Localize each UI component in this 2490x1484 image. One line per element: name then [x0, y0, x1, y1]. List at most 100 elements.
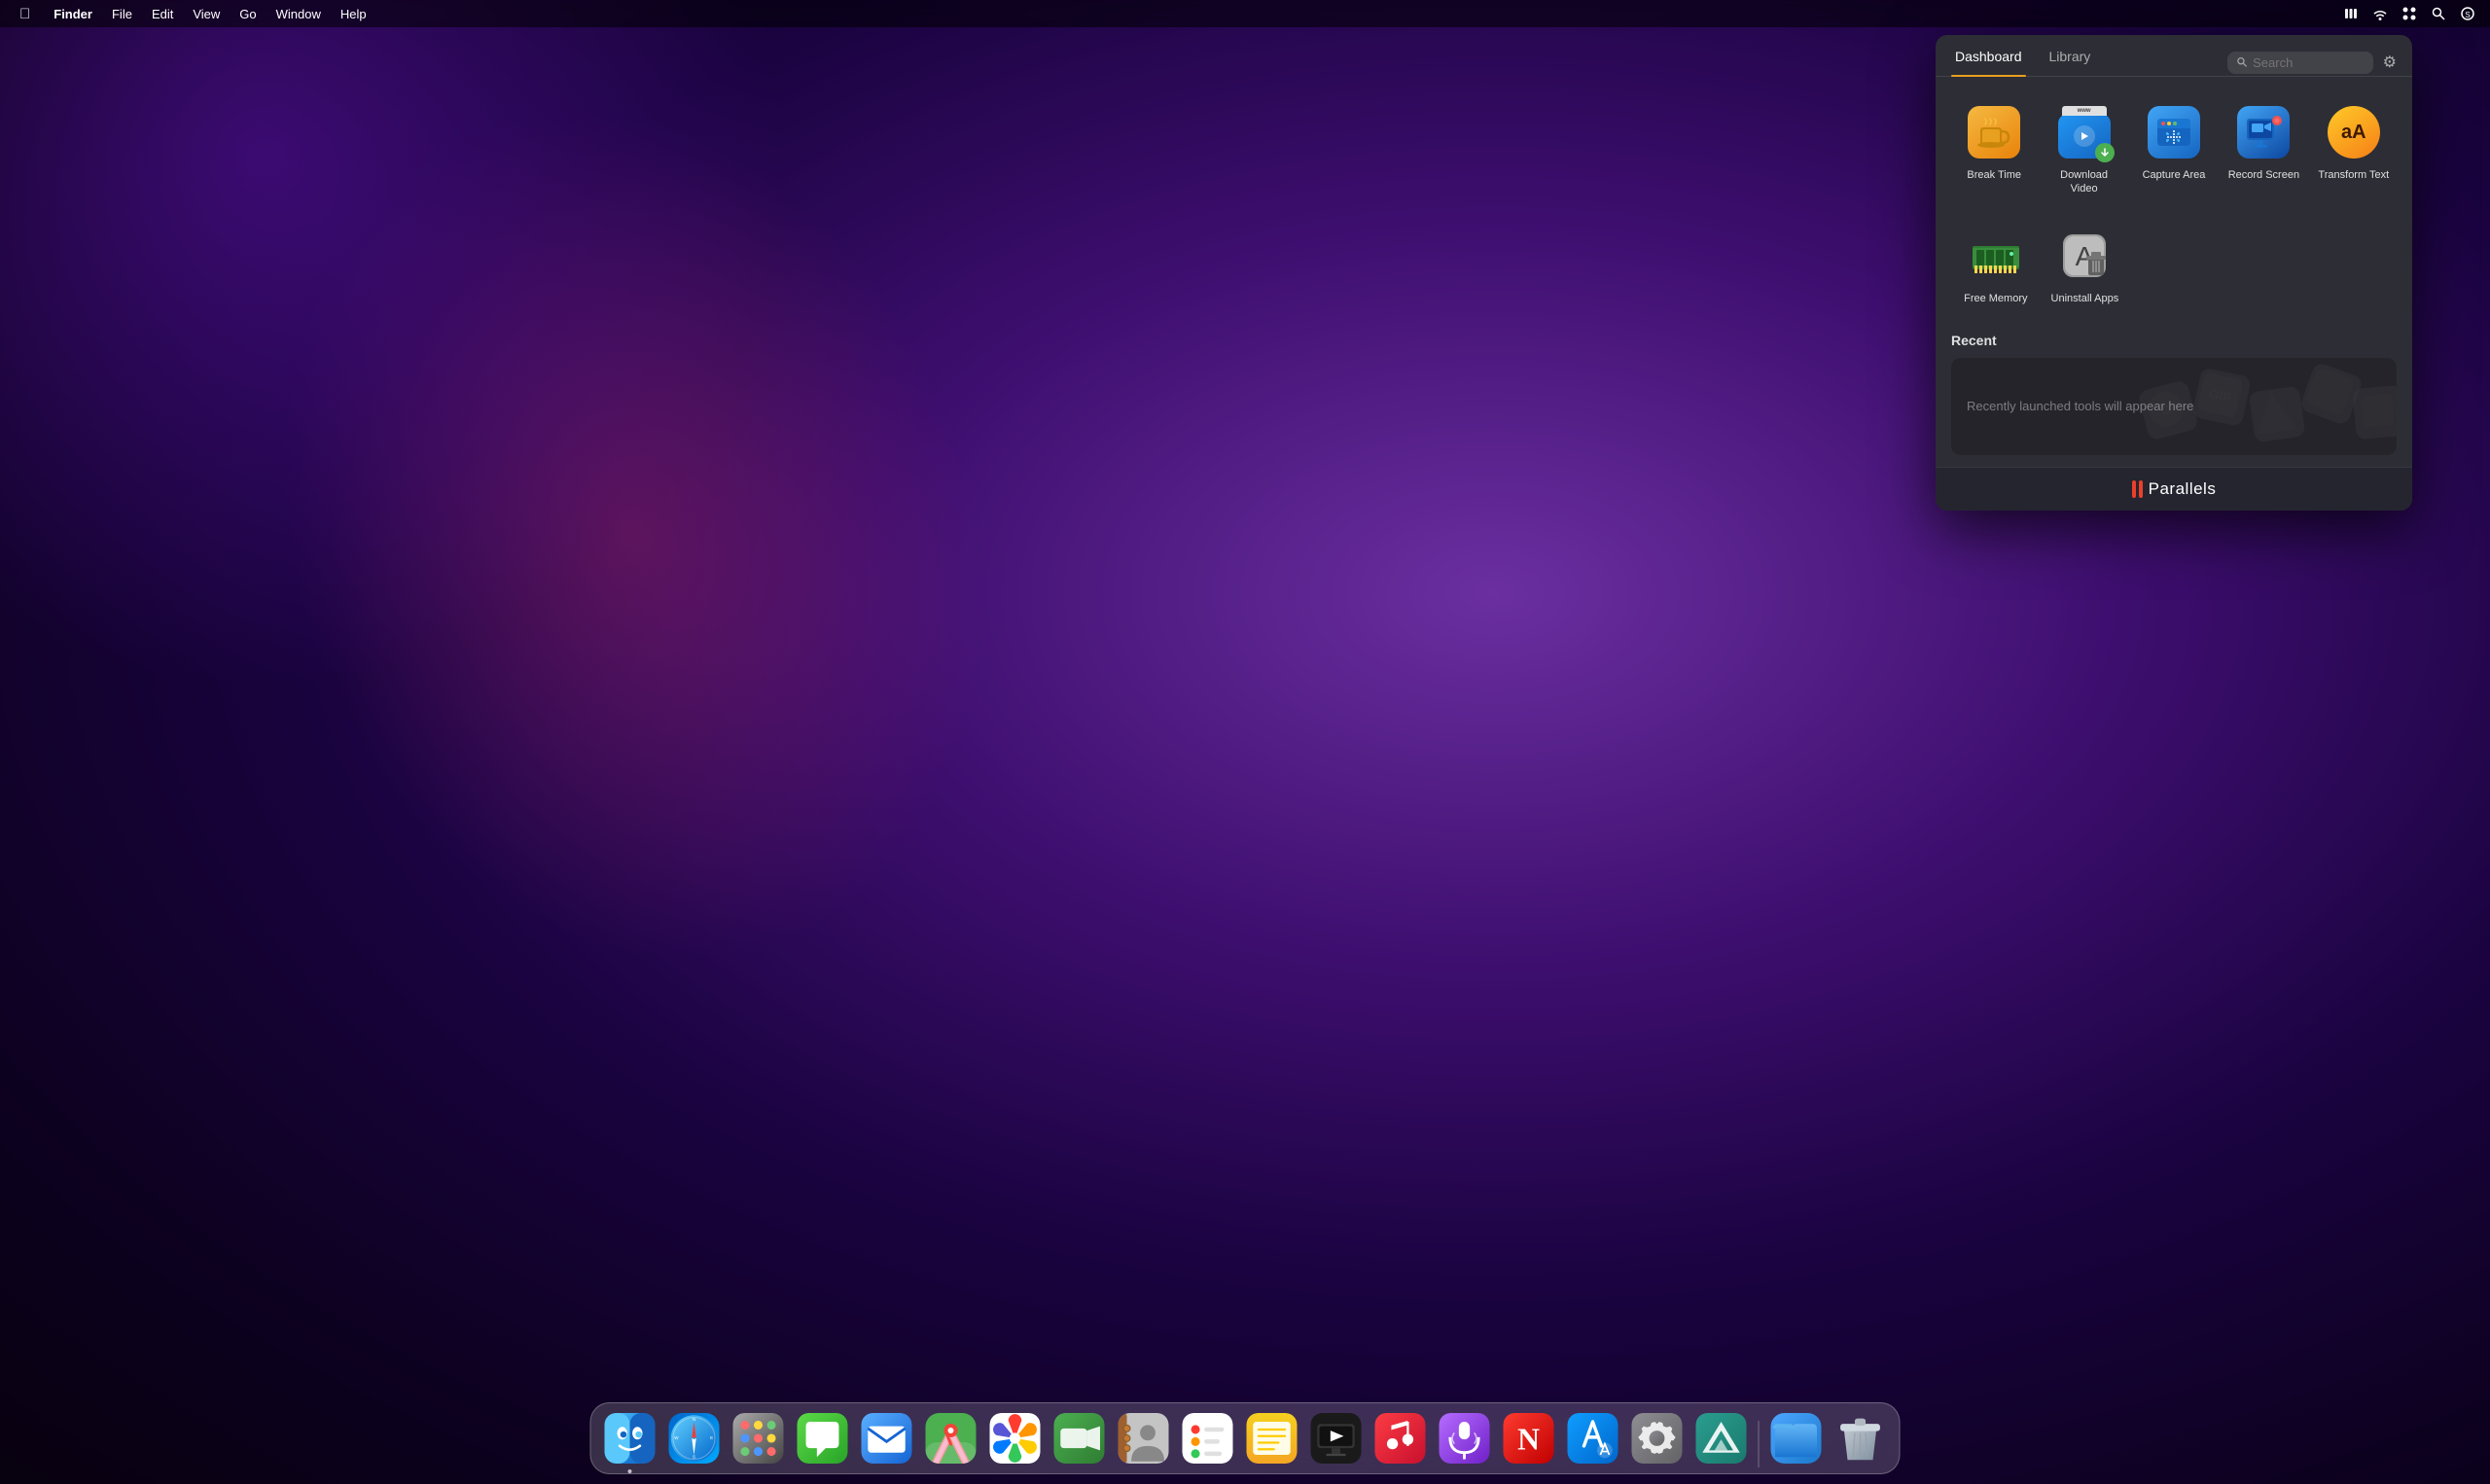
dock-item-mail[interactable] — [858, 1409, 916, 1467]
tool-break-time[interactable]: Break Time — [1951, 92, 2037, 208]
appletv-icon — [1311, 1413, 1362, 1464]
record-screen-svg — [2244, 113, 2283, 152]
break-time-icon-wrap — [1966, 104, 2022, 160]
tool-download-video[interactable]: www — [2041, 92, 2126, 208]
search-input[interactable] — [2253, 55, 2364, 70]
ram-svg — [1971, 230, 2021, 281]
download-video-label: Download Video — [2046, 168, 2120, 196]
wifi-icon[interactable] — [2369, 3, 2391, 24]
menubar-left:  Finder File Edit View Go Window Help — [12, 4, 374, 24]
capture-area-icon-wrap — [2146, 104, 2202, 160]
safari-svg: N S W E — [669, 1413, 720, 1464]
uninstall-apps-icon: A — [2058, 230, 2111, 282]
ghost-icon-5 — [2352, 385, 2397, 440]
record-screen-icon — [2237, 106, 2290, 159]
launchpad-icon — [733, 1413, 784, 1464]
gear-icon[interactable]: ⚙ — [2383, 53, 2397, 72]
download-arrow-icon — [2100, 148, 2110, 158]
dock-item-appstore[interactable] — [1564, 1409, 1622, 1467]
panel-search[interactable] — [2227, 52, 2373, 74]
tool-free-memory[interactable]: Free Memory — [1951, 216, 2041, 317]
transform-text-icon: aA — [2328, 106, 2380, 159]
tool-grid-row2: Free Memory A — [1936, 216, 2412, 325]
window-menu[interactable]: Window — [268, 5, 329, 23]
dock-item-maps[interactable] — [922, 1409, 980, 1467]
facetime-svg — [1054, 1413, 1105, 1464]
capture-area-icon — [2148, 106, 2200, 159]
transform-text-label: Transform Text — [2318, 168, 2389, 182]
messages-svg — [798, 1413, 848, 1464]
free-memory-label: Free Memory — [1964, 292, 2027, 305]
file-menu[interactable]: File — [104, 5, 140, 23]
dock-item-music[interactable] — [1371, 1409, 1430, 1467]
dock-item-reminders[interactable] — [1179, 1409, 1237, 1467]
edit-menu[interactable]: Edit — [144, 5, 181, 23]
go-menu[interactable]: Go — [231, 5, 264, 23]
svg-text:S: S — [2465, 11, 2470, 19]
apple-menu[interactable]:  — [12, 4, 38, 24]
recent-box: Recently launched tools will appear here… — [1951, 358, 2397, 455]
contacts-icon — [1119, 1413, 1169, 1464]
camo-icon — [1696, 1413, 1747, 1464]
coffee-cup-svg — [1975, 114, 2012, 151]
appstore-icon — [1568, 1413, 1618, 1464]
dock-item-trash[interactable] — [1832, 1409, 1890, 1467]
safari-icon: N S W E — [669, 1413, 720, 1464]
finder-menu[interactable]: Finder — [46, 5, 100, 23]
tool-capture-area[interactable]: Capture Area — [2131, 92, 2217, 208]
dock-item-settings[interactable] — [1628, 1409, 1687, 1467]
dock-item-photos[interactable] — [986, 1409, 1045, 1467]
dock-item-notes[interactable] — [1243, 1409, 1301, 1467]
svg-text:N: N — [1517, 1422, 1540, 1456]
tool-record-screen[interactable]: Record Screen — [2221, 92, 2306, 208]
podcasts-icon — [1440, 1413, 1490, 1464]
parallels-text: Parallels — [2149, 479, 2217, 499]
news-icon: N — [1504, 1413, 1554, 1464]
music-icon — [1375, 1413, 1426, 1464]
dock-item-launchpad[interactable] — [729, 1409, 788, 1467]
dock-item-contacts[interactable] — [1115, 1409, 1173, 1467]
dock-item-camo[interactable] — [1692, 1409, 1751, 1467]
download-video-bg — [2058, 114, 2111, 159]
mail-icon — [862, 1413, 912, 1464]
finder-dot — [628, 1469, 632, 1473]
dock-item-facetime[interactable] — [1050, 1409, 1109, 1467]
parallels-logo: Parallels — [2132, 479, 2217, 499]
dock-item-finder[interactable] — [601, 1409, 659, 1467]
dock-item-appletv[interactable] — [1307, 1409, 1366, 1467]
dock-item-safari[interactable]: N S W E — [665, 1409, 724, 1467]
music-svg — [1375, 1413, 1426, 1464]
uninstall-apps-label: Uninstall Apps — [2051, 292, 2119, 305]
search-icon[interactable] — [2428, 3, 2449, 24]
parallels-panel: Dashboard Library ⚙ — [1936, 35, 2412, 511]
menubar:  Finder File Edit View Go Window Help — [0, 0, 2490, 27]
tool-uninstall-apps[interactable]: A Uninstall Apps — [2041, 216, 2130, 317]
dock-item-podcasts[interactable] — [1436, 1409, 1494, 1467]
help-menu[interactable]: Help — [333, 5, 374, 23]
parallels-bars-icon — [2132, 480, 2143, 498]
finder-icon — [605, 1413, 656, 1464]
tab-library[interactable]: Library — [2045, 49, 2095, 76]
view-menu[interactable]: View — [185, 5, 228, 23]
panel-header: Dashboard Library ⚙ — [1936, 35, 2412, 77]
maps-icon — [926, 1413, 977, 1464]
break-time-label: Break Time — [1967, 168, 2021, 182]
dock-item-files[interactable] — [1767, 1409, 1826, 1467]
launchpad-svg — [733, 1413, 784, 1464]
reminders-icon — [1183, 1413, 1233, 1464]
dock-item-messages[interactable] — [794, 1409, 852, 1467]
tool-transform-text[interactable]: aA Transform Text — [2311, 92, 2397, 208]
appstore-svg — [1568, 1413, 1618, 1464]
tool-grid: Break Time www — [1936, 77, 2412, 216]
settings-svg — [1632, 1413, 1683, 1464]
siri-icon[interactable]: S — [2457, 3, 2478, 24]
podcasts-svg — [1440, 1413, 1490, 1464]
record-screen-label: Record Screen — [2228, 168, 2299, 182]
parallels-menubar-icon[interactable] — [2340, 3, 2362, 24]
dock-item-news[interactable]: N — [1500, 1409, 1558, 1467]
parallels-bar-2 — [2139, 480, 2143, 498]
controlcenter-icon[interactable] — [2399, 3, 2420, 24]
play-icon — [2079, 130, 2090, 142]
tab-dashboard[interactable]: Dashboard — [1951, 49, 2026, 76]
notes-svg — [1247, 1413, 1298, 1464]
